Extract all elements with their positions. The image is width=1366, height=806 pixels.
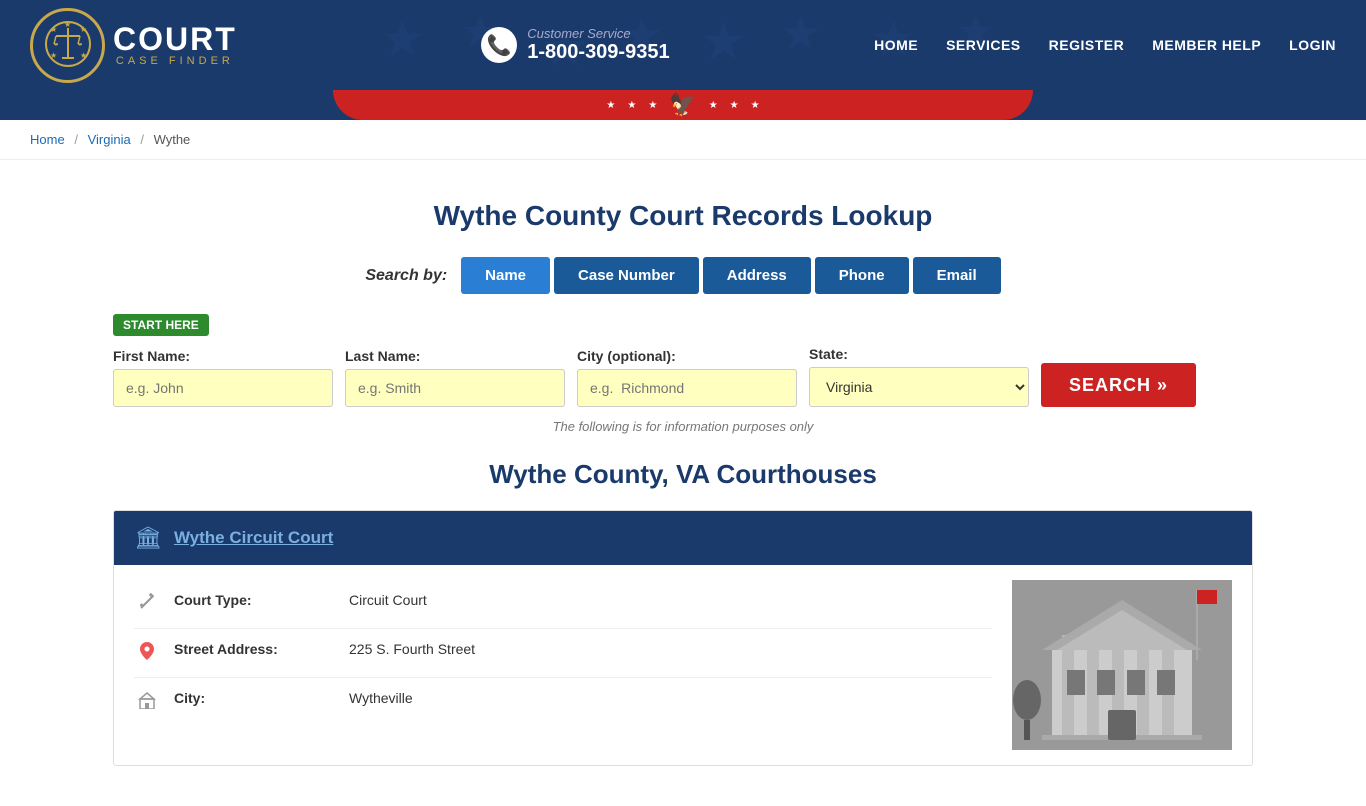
last-name-input[interactable] — [345, 369, 565, 407]
first-name-group: First Name: — [113, 348, 333, 407]
state-group: State: Virginia Alabama Alaska Arizona C… — [809, 346, 1029, 407]
courthouse-name-link[interactable]: Wythe Circuit Court — [174, 528, 333, 548]
svg-text:★: ★ — [50, 25, 57, 34]
logo-text: COURT CASE FINDER — [113, 23, 237, 67]
breadcrumb-sep-2: / — [140, 132, 144, 147]
svg-text:★: ★ — [50, 51, 57, 60]
city-label: City: — [174, 690, 334, 706]
star-right-3: ★ — [751, 100, 760, 111]
star-decoration: ★ — [380, 10, 425, 68]
breadcrumb-home[interactable]: Home — [30, 132, 65, 147]
star-left-1: ★ — [606, 100, 615, 111]
city-value: Wytheville — [349, 690, 413, 706]
search-by-row: Search by: Name Case Number Address Phon… — [113, 257, 1253, 294]
logo-case-finder-text: CASE FINDER — [113, 55, 237, 67]
cs-info: Customer Service 1-800-309-9351 — [527, 26, 669, 64]
courthouse-details: Court Type: Circuit Court Street Address… — [134, 580, 992, 750]
courthouse-card: 🏛 Wythe Circuit Court Court Type: Circui… — [113, 510, 1253, 766]
courthouse-body: Court Type: Circuit Court Street Address… — [114, 565, 1252, 765]
star-decoration: ★ — [780, 6, 821, 60]
first-name-input[interactable] — [113, 369, 333, 407]
court-type-label: Court Type: — [174, 592, 334, 608]
ribbon-container: ★ ★ ★ 🦅 ★ ★ ★ — [0, 90, 1366, 120]
breadcrumb-current: Wythe — [154, 132, 191, 147]
nav-member-help[interactable]: MEMBER HELP — [1152, 37, 1261, 53]
breadcrumb: Home / Virginia / Wythe — [0, 120, 1366, 160]
tab-case-number[interactable]: Case Number — [554, 257, 699, 294]
search-form: First Name: Last Name: City (optional): … — [113, 346, 1253, 407]
last-name-group: Last Name: — [345, 348, 565, 407]
info-note: The following is for information purpose… — [113, 419, 1253, 434]
breadcrumb-virginia[interactable]: Virginia — [88, 132, 131, 147]
logo-svg: ★ ★ ★ ★ ★ — [44, 20, 92, 68]
state-label: State: — [809, 346, 1029, 362]
star-left-3: ★ — [648, 100, 657, 111]
detail-court-type: Court Type: Circuit Court — [134, 580, 992, 629]
detail-city: City: Wytheville — [134, 678, 992, 726]
court-type-value: Circuit Court — [349, 592, 427, 608]
city-label: City (optional): — [577, 348, 797, 364]
courthouse-header: 🏛 Wythe Circuit Court — [114, 511, 1252, 565]
tab-phone[interactable]: Phone — [815, 257, 909, 294]
nav-home[interactable]: HOME — [874, 37, 918, 53]
svg-text:★: ★ — [64, 20, 71, 29]
phone-icon: 📞 — [481, 27, 517, 63]
city-input[interactable] — [577, 369, 797, 407]
nav-login[interactable]: LOGIN — [1289, 37, 1336, 53]
eagle-container: ★ ★ ★ 🦅 ★ ★ ★ — [606, 92, 759, 118]
search-button[interactable]: SEARCH » — [1041, 363, 1196, 407]
street-address-label: Street Address: — [174, 641, 334, 657]
courthouse-image — [1012, 580, 1232, 750]
location-icon — [134, 642, 159, 665]
street-address-value: 225 S. Fourth Street — [349, 641, 475, 657]
first-name-label: First Name: — [113, 348, 333, 364]
svg-text:★: ★ — [80, 51, 87, 60]
cs-phone: 1-800-309-9351 — [527, 41, 669, 64]
main-nav: HOME SERVICES REGISTER MEMBER HELP LOGIN — [874, 37, 1336, 53]
state-select[interactable]: Virginia Alabama Alaska Arizona Californ… — [809, 367, 1029, 407]
customer-service: 📞 Customer Service 1-800-309-9351 — [481, 26, 669, 64]
courthouse-building-svg — [1012, 580, 1232, 750]
main-content: Wythe County Court Records Lookup Search… — [83, 160, 1283, 806]
eagle-icon: 🦅 — [669, 92, 696, 118]
star-left-2: ★ — [627, 100, 636, 111]
breadcrumb-sep-1: / — [74, 132, 78, 147]
star-right-1: ★ — [709, 100, 718, 111]
city-group: City (optional): — [577, 348, 797, 407]
ribbon: ★ ★ ★ 🦅 ★ ★ ★ — [333, 90, 1033, 120]
logo-court-text: COURT — [113, 23, 237, 55]
tab-email[interactable]: Email — [913, 257, 1001, 294]
star-decoration: ★ — [700, 12, 747, 72]
nav-register[interactable]: REGISTER — [1049, 37, 1125, 53]
site-header: ★ ★ ★ ★ ★ ★ ★ ★ — [0, 0, 1366, 90]
tab-address[interactable]: Address — [703, 257, 811, 294]
tab-name[interactable]: Name — [461, 257, 550, 294]
nav-services[interactable]: SERVICES — [946, 37, 1021, 53]
last-name-label: Last Name: — [345, 348, 565, 364]
courthouses-title: Wythe County, VA Courthouses — [113, 459, 1253, 490]
star-right-2: ★ — [730, 100, 739, 111]
gavel-icon — [134, 593, 159, 616]
logo-circle: ★ ★ ★ ★ ★ — [30, 8, 105, 83]
svg-text:★: ★ — [80, 25, 87, 34]
logo: ★ ★ ★ ★ ★ COURT CASE FINDER — [30, 8, 237, 83]
cs-label: Customer Service — [527, 26, 669, 41]
city-icon — [134, 691, 159, 714]
start-here-badge: START HERE — [113, 314, 209, 336]
page-title: Wythe County Court Records Lookup — [113, 200, 1253, 232]
search-by-label: Search by: — [365, 267, 447, 285]
courthouse-icon: 🏛 — [134, 525, 162, 551]
detail-street-address: Street Address: 225 S. Fourth Street — [134, 629, 992, 678]
logo-inner: ★ ★ ★ ★ ★ — [44, 20, 92, 71]
